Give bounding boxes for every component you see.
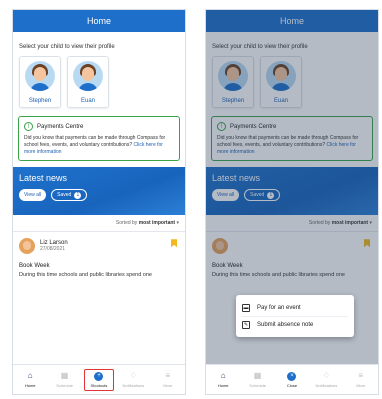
- pay-for-event-option[interactable]: ▬ Pay for an event: [242, 299, 348, 316]
- calendar-icon: ▦: [253, 370, 262, 380]
- phone-screen-home: Home Select your child to view their pro…: [12, 9, 186, 395]
- news-post[interactable]: Liz Larson 27/08/2021 Book Week During t…: [13, 232, 185, 284]
- shortcuts-popup: ▬ Pay for an event ✎ Submit absence note: [236, 295, 354, 337]
- avatar: [73, 61, 103, 91]
- news-title: Latest news: [19, 173, 68, 184]
- header: Home: [13, 10, 185, 32]
- payment-card-icon: ▬: [242, 303, 250, 312]
- view-all-button[interactable]: View all: [19, 189, 47, 202]
- payments-icon: !: [24, 122, 33, 131]
- select-child-prompt: Select your child to view their profile: [19, 44, 115, 50]
- header-title: Home: [86, 16, 111, 26]
- home-icon: ⌂: [27, 370, 33, 380]
- tab-close[interactable]: × Close: [277, 371, 307, 388]
- author-avatar: [19, 238, 35, 255]
- child-card-stephen[interactable]: Stephen: [19, 56, 61, 108]
- tab-shortcuts[interactable]: + Shortcuts: [83, 368, 114, 391]
- menu-icon: ≡: [165, 370, 171, 380]
- sort-dropdown[interactable]: Sorted by most important ▾: [13, 215, 185, 233]
- close-icon: ×: [287, 371, 297, 381]
- payments-card: ! Payments Centre Did you know that paym…: [18, 116, 180, 162]
- tab-schedule[interactable]: ▦ Schedule: [243, 370, 273, 388]
- chevron-down-icon: ▾: [176, 220, 179, 227]
- child-list: Stephen Euan: [13, 56, 185, 108]
- bottom-tab-bar: ⌂ Home ▦ Schedule + Shortcuts ♢ Notifica…: [13, 364, 185, 394]
- child-name: Stephen: [28, 98, 52, 104]
- avatar: [25, 61, 55, 91]
- shortcuts-icon: +: [94, 371, 104, 381]
- phone-screen-shortcuts-open: Home Select your child to view their pro…: [205, 9, 379, 395]
- calendar-icon: ▦: [60, 370, 69, 380]
- submit-absence-note-option[interactable]: ✎ Submit absence note: [242, 316, 348, 333]
- post-title: Book Week: [19, 263, 50, 270]
- saved-count-badge: 1: [74, 191, 82, 199]
- payments-title: Payments Centre: [37, 123, 84, 130]
- saved-button[interactable]: Saved 1: [51, 189, 88, 202]
- tab-schedule[interactable]: ▦ Schedule: [50, 370, 80, 388]
- menu-icon: ≡: [358, 370, 364, 380]
- tab-notifications[interactable]: ♢ Notifications: [311, 370, 341, 388]
- post-date: 27/08/2021: [40, 246, 66, 253]
- tab-more[interactable]: ≡ More: [153, 370, 183, 388]
- tab-home[interactable]: ⌂ Home: [208, 370, 238, 388]
- child-card-euan[interactable]: Euan: [67, 56, 109, 108]
- tab-home[interactable]: ⌂ Home: [15, 370, 45, 388]
- home-icon: ⌂: [220, 370, 226, 380]
- child-name: Euan: [80, 98, 95, 104]
- tab-notifications[interactable]: ♢ Notifications: [118, 370, 148, 388]
- latest-news-section: Latest news View all Saved 1: [13, 167, 185, 216]
- edit-note-icon: ✎: [242, 321, 250, 329]
- bell-icon: ♢: [322, 370, 330, 380]
- bottom-tab-bar: ⌂ Home ▦ Schedule × Close ♢ Notification…: [206, 364, 378, 394]
- tab-more[interactable]: ≡ More: [346, 370, 376, 388]
- post-body: During this time schools and public libr…: [19, 272, 152, 279]
- bell-icon: ♢: [129, 370, 137, 380]
